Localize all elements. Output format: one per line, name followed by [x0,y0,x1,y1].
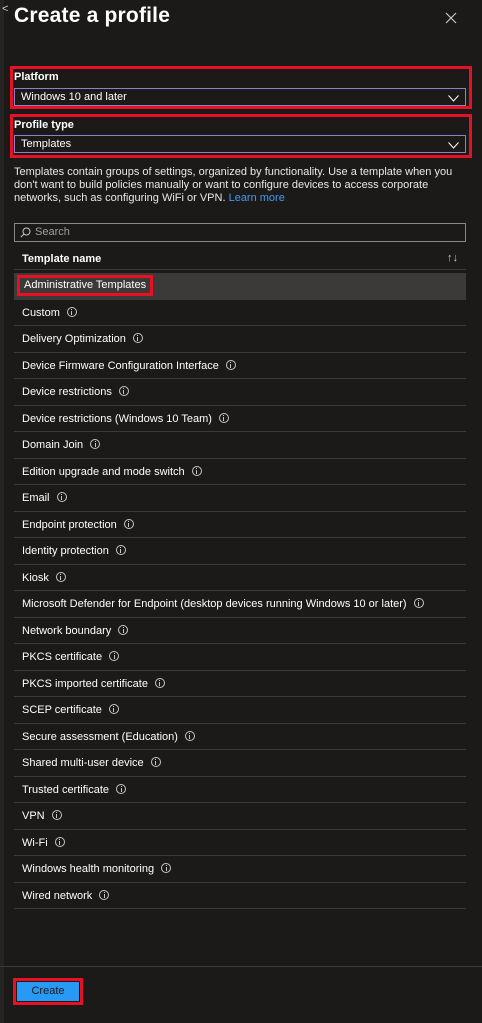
row-label: Delivery Optimization [22,333,126,345]
table-row[interactable]: Shared multi-user device [14,750,466,777]
row-label: Wired network [22,889,93,902]
table-row[interactable]: Custom [14,300,466,326]
table-row[interactable]: Windows health monitoring [14,856,466,883]
table-row[interactable]: Endpoint protection [14,512,466,538]
info-icon[interactable] [99,889,110,900]
info-icon[interactable] [90,439,101,449]
row-label: Device restrictions (Windows 10 Team) [22,412,212,425]
profile-type-label: Profile type [14,119,74,131]
row-highlight-box: Administrative Templates [17,275,154,296]
row-label: Administrative Templates [24,279,147,291]
learn-more-link[interactable]: Learn more [229,192,285,204]
platform-label: Platform [14,71,59,83]
row-label: Secure assessment (Education) [22,730,178,743]
table-row[interactable]: Delivery Optimization [14,326,466,353]
row-label: Identity protection [22,545,109,557]
create-button[interactable]: Create [17,982,79,1001]
info-icon[interactable] [108,704,119,714]
info-icon[interactable] [184,730,195,741]
row-label: PKCS imported certificate [22,677,148,690]
table-row[interactable]: Device restrictions [14,379,466,406]
row-label: Domain Join [22,439,84,451]
row-label: Endpoint protection [22,518,117,531]
table-row[interactable]: Microsoft Defender for Endpoint (desktop… [14,591,466,618]
row-label: Wi-Fi [22,836,48,849]
row-label: Email [22,492,50,504]
platform-dropdown[interactable]: Windows 10 and later [14,88,466,106]
template-name-column-header[interactable]: Template name ↑↓ [14,248,466,270]
template-list: Administrative Templates Custom Delivery O… [14,273,466,909]
footer-divider [0,966,482,967]
close-icon[interactable] [442,9,460,27]
table-row[interactable]: Identity protection [14,538,466,565]
platform-value: Windows 10 and later [21,91,127,103]
info-icon[interactable] [109,651,120,661]
row-label: SCEP certificate [22,704,102,716]
row-label: Custom [22,306,60,319]
column-header-label: Template name [22,253,102,265]
page-title: Create a profile [14,4,171,27]
table-row[interactable]: Trusted certificate [14,777,466,803]
table-row[interactable]: Email [14,485,466,512]
info-icon[interactable] [132,333,143,343]
table-row[interactable]: PKCS certificate [14,644,466,671]
info-icon[interactable] [218,412,229,423]
table-row[interactable]: Secure assessment (Education) [14,724,466,750]
row-label: Windows health monitoring [22,863,155,875]
panel-left-edge [0,0,4,1023]
table-row[interactable]: Device Firmware Configuration Interface [14,353,466,379]
table-row[interactable]: Network boundary [14,618,466,644]
info-icon[interactable] [413,598,424,608]
templates-description: Templates contain groups of settings, or… [14,166,464,205]
info-icon[interactable] [150,757,161,767]
profile-type-value: Templates [21,138,72,150]
table-row[interactable]: Domain Join [14,432,466,459]
row-label: Edition upgrade and mode switch [22,465,185,478]
info-icon[interactable] [66,306,77,317]
search-input[interactable]: Search [14,223,466,242]
back-glyph[interactable]: < [2,3,8,15]
table-row[interactable]: SCEP certificate [14,697,466,724]
row-label: PKCS certificate [22,651,103,663]
table-row[interactable]: Wired network [14,883,466,909]
info-icon[interactable] [56,492,67,502]
info-icon[interactable] [161,863,172,873]
chevron-down-icon [448,140,459,152]
row-label: Shared multi-user device [22,757,144,769]
info-icon[interactable] [54,836,65,847]
search-placeholder: Search [35,226,70,238]
row-label: Kiosk [22,571,49,584]
row-label: Device Firmware Configuration Interface [22,359,219,372]
create-profile-panel: < Create a profile Platform Windows 10 a… [0,0,482,1023]
row-label: Microsoft Defender for Endpoint (desktop… [22,598,407,610]
sort-icon[interactable]: ↑↓ [447,252,458,264]
info-icon[interactable] [51,810,62,820]
info-icon[interactable] [55,571,66,582]
table-row[interactable]: Kiosk [14,565,466,591]
info-icon[interactable] [116,783,127,794]
info-icon[interactable] [225,359,236,370]
row-label: VPN [22,810,45,822]
info-icon[interactable] [118,386,129,396]
table-row[interactable]: Administrative Templates [14,273,466,300]
table-row[interactable]: Wi-Fi [14,830,466,856]
row-label: Device restrictions [22,386,112,398]
table-row[interactable]: Device restrictions (Windows 10 Team) [14,406,466,432]
search-icon [20,227,31,241]
row-label: Network boundary [22,624,112,637]
row-label: Trusted certificate [22,783,110,796]
table-row[interactable]: VPN [14,803,466,830]
info-icon[interactable] [115,545,126,555]
info-icon[interactable] [191,465,202,476]
profile-type-dropdown[interactable]: Templates [14,135,466,153]
info-icon[interactable] [154,677,165,688]
chevron-down-icon [448,93,459,105]
info-icon[interactable] [118,624,129,635]
table-row[interactable]: Edition upgrade and mode switch [14,459,466,485]
table-row[interactable]: PKCS imported certificate [14,671,466,697]
info-icon[interactable] [123,518,134,529]
